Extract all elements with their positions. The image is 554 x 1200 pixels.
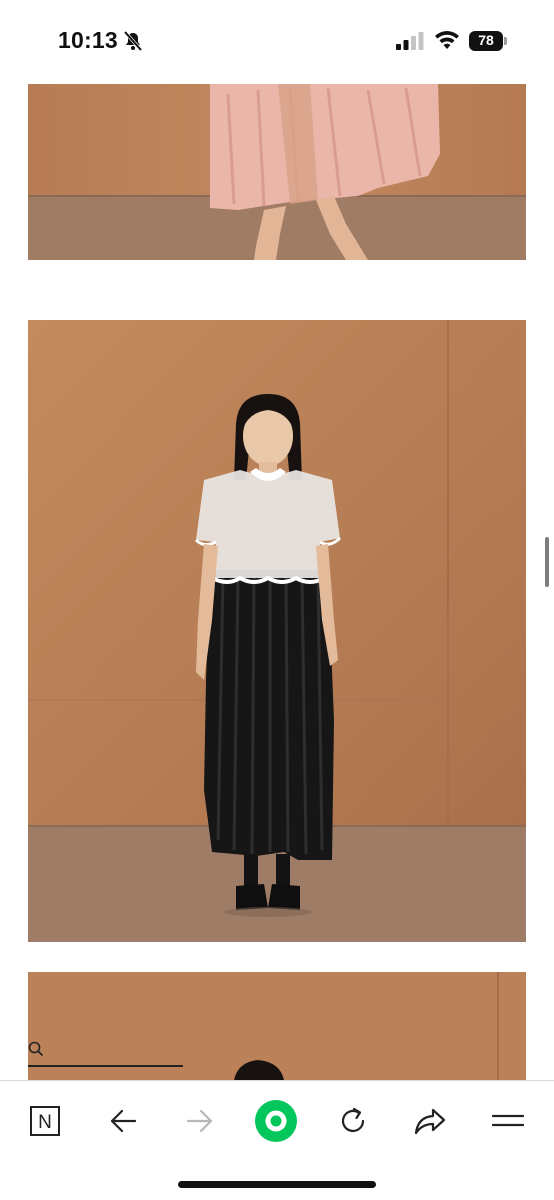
home-indicator[interactable] (178, 1181, 376, 1188)
cellular-signal-icon (396, 32, 424, 50)
wifi-icon (435, 31, 459, 49)
naver-n-icon: N (30, 1106, 60, 1136)
product-photo-2[interactable] (28, 320, 526, 942)
back-button[interactable] (101, 1099, 145, 1143)
share-icon (414, 1108, 446, 1135)
product-photo-1[interactable] (28, 84, 526, 260)
green-circle-home-icon (255, 1100, 297, 1142)
search-icon[interactable] (28, 1041, 44, 1057)
reload-button[interactable] (331, 1099, 375, 1143)
menu-icon (492, 1114, 524, 1127)
scroll-indicator[interactable] (545, 537, 549, 587)
green-home-button[interactable] (254, 1099, 298, 1143)
naver-home-button[interactable]: N (23, 1099, 67, 1143)
menu-button[interactable] (486, 1099, 530, 1143)
page-content[interactable] (0, 80, 554, 1080)
forward-button[interactable] (178, 1099, 222, 1143)
share-button[interactable] (408, 1099, 452, 1143)
status-bar: 10:13 78 (0, 0, 554, 80)
svg-text:N: N (38, 1112, 52, 1133)
search-underline (28, 1065, 183, 1067)
back-arrow-icon (110, 1109, 137, 1133)
reload-icon (341, 1107, 365, 1133)
battery-level: 78 (478, 32, 494, 48)
bell-slash-icon (123, 30, 143, 52)
product-photo-3[interactable] (28, 972, 526, 1080)
forward-arrow-icon (186, 1109, 213, 1133)
status-time: 10:13 (58, 27, 118, 53)
battery-indicator: 78 (469, 31, 507, 51)
